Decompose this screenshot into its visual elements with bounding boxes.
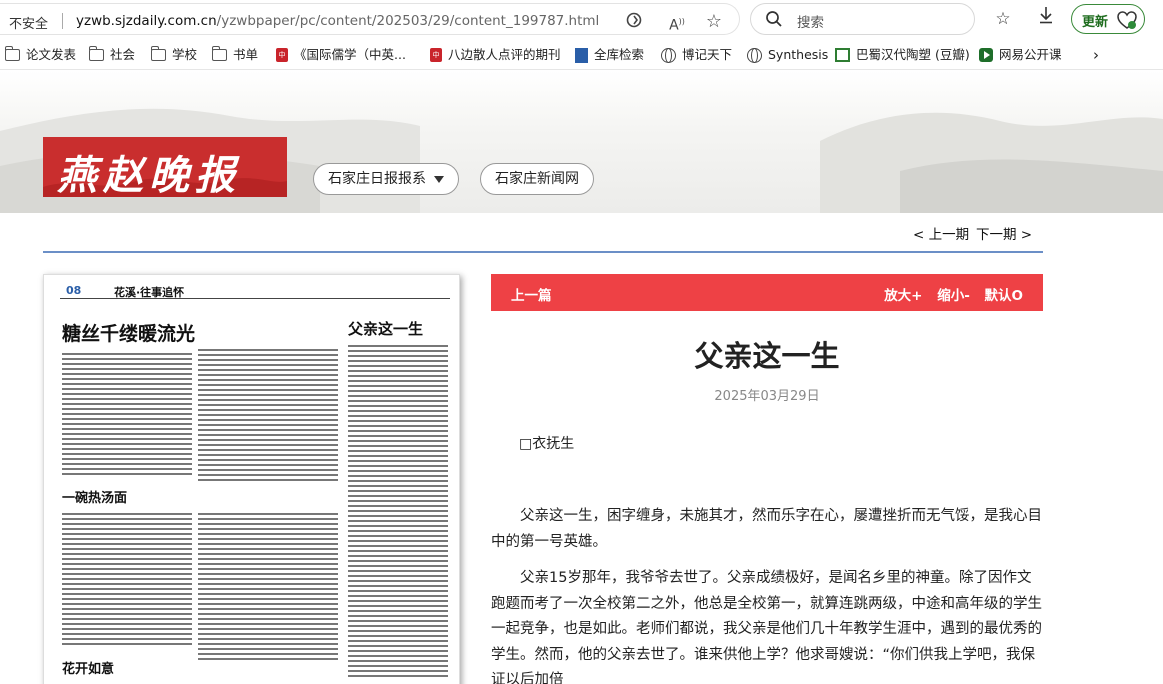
paper-text-column bbox=[348, 345, 448, 680]
site-icon bbox=[575, 48, 588, 63]
bookmark-item[interactable]: Synthesis bbox=[747, 46, 828, 64]
paper-text-column bbox=[62, 353, 192, 478]
search-placeholder: 搜索 bbox=[797, 15, 824, 31]
newspaper-page-thumbnail[interactable]: 08 花溪·往事追怀 糖丝千缕暖流光 父亲这一生 一碗热汤面 花开如意 bbox=[43, 274, 460, 684]
bookmark-item[interactable]: 社会 bbox=[88, 46, 135, 64]
logo-text: 燕赵晚报 bbox=[57, 152, 241, 197]
paper-headline[interactable]: 糖丝千缕暖流光 bbox=[62, 319, 195, 346]
refresh-page-icon[interactable] bbox=[623, 11, 645, 33]
folder-icon bbox=[88, 46, 104, 61]
prev-article-link[interactable]: 上一篇 bbox=[511, 284, 552, 304]
article-date: 2025年03月29日 bbox=[714, 389, 820, 404]
folder-icon bbox=[150, 46, 166, 61]
paper-headline[interactable]: 父亲这一生 bbox=[348, 318, 423, 339]
chevron-right-icon[interactable]: › bbox=[1093, 46, 1099, 64]
favorite-star-icon[interactable]: ☆ bbox=[703, 11, 725, 33]
url-path: /yzwbpaper/pc/content/202503/29/content_… bbox=[216, 13, 600, 29]
zoom-out-button[interactable]: 缩小- bbox=[937, 288, 970, 304]
reset-font-button[interactable]: 默认O bbox=[985, 288, 1023, 304]
article-toolbar: 上一篇 放大+ 缩小- 默认O bbox=[491, 274, 1043, 311]
favorites-list-icon[interactable]: ☆ bbox=[990, 6, 1016, 32]
paper-page-number: 08 bbox=[66, 284, 82, 297]
paper-text-column bbox=[198, 349, 338, 484]
bookmark-item[interactable]: 中《国际儒学（中英... bbox=[276, 46, 406, 64]
divider bbox=[43, 251, 1043, 253]
paper-text-column bbox=[198, 513, 338, 663]
update-heart-icon bbox=[1117, 11, 1137, 29]
next-issue-link[interactable]: 下一期 > bbox=[976, 223, 1032, 243]
bookmark-item[interactable]: 博记天下 bbox=[661, 46, 732, 64]
paper-headline[interactable]: 一碗热汤面 bbox=[62, 487, 127, 506]
article-paragraph: 父亲15岁那年，我爷爷去世了。父亲成绩极好，是闻名乡里的神童。除了因作文跑题而考… bbox=[491, 570, 1042, 684]
bookmark-item[interactable]: 网易公开课 bbox=[979, 46, 1062, 64]
security-status[interactable]: 不安全 bbox=[9, 13, 48, 32]
paper-headline[interactable]: 花开如意 bbox=[62, 658, 114, 677]
site-logo[interactable]: 燕赵晚报 bbox=[43, 137, 287, 197]
bookmark-item[interactable]: 全库检索 bbox=[575, 46, 644, 64]
divider bbox=[62, 13, 63, 29]
article-paragraph: 父亲这一生，困字缠身，未施其才，然而乐字在心，屡遭挫折而无气馁，是我心目中的第一… bbox=[491, 508, 1042, 550]
site-icon bbox=[979, 48, 993, 62]
bookmarks-bar: 论文发表 社会 学校 书单 中《国际儒学（中英... 中八边散人点评的期刊 全库… bbox=[0, 40, 1163, 70]
download-icon[interactable] bbox=[1033, 6, 1059, 32]
search-icon bbox=[766, 11, 782, 27]
paper-text-column bbox=[62, 513, 192, 648]
update-button[interactable]: 更新 bbox=[1071, 4, 1145, 34]
address-bar-row: 不安全 yzwb.sjzdaily.com.cn/yzwbpaper/pc/co… bbox=[0, 0, 1163, 40]
search-box[interactable]: 搜索 bbox=[750, 3, 975, 35]
page: 燕赵晚报 石家庄日报报系 石家庄新闻网 < 上一期 下一期 > 08 花溪·往事… bbox=[0, 71, 1163, 684]
bookmark-item[interactable]: 论文发表 bbox=[4, 46, 76, 64]
site-icon: 中 bbox=[276, 48, 288, 62]
globe-icon bbox=[661, 48, 676, 63]
prev-issue-link[interactable]: < 上一期 bbox=[913, 223, 969, 243]
paper-section-title: 花溪·往事追怀 bbox=[114, 286, 185, 299]
news-site-link[interactable]: 石家庄新闻网 bbox=[480, 163, 594, 195]
folder-icon bbox=[211, 46, 227, 61]
bookmark-item[interactable]: 中八边散人点评的期刊 bbox=[430, 46, 561, 64]
article-title: 父亲这一生 bbox=[694, 339, 840, 373]
url-host: yzwb.sjzdaily.com.cn bbox=[76, 13, 217, 29]
folder-icon bbox=[4, 46, 20, 61]
read-aloud-icon[interactable]: A)) bbox=[666, 11, 688, 34]
site-icon bbox=[835, 48, 850, 62]
update-label: 更新 bbox=[1082, 15, 1109, 30]
globe-icon bbox=[747, 48, 762, 63]
address-bar[interactable]: 不安全 yzwb.sjzdaily.com.cn/yzwbpaper/pc/co… bbox=[0, 3, 740, 35]
dropdown-triangle-icon bbox=[434, 175, 444, 183]
newspaper-group-dropdown[interactable]: 石家庄日报报系 bbox=[313, 163, 459, 195]
site-icon: 中 bbox=[430, 48, 442, 62]
article-author: □衣抚生 bbox=[519, 436, 575, 452]
bookmark-item[interactable]: 书单 bbox=[211, 46, 258, 64]
bookmark-item[interactable]: 学校 bbox=[150, 46, 197, 64]
zoom-in-button[interactable]: 放大+ bbox=[884, 288, 922, 304]
bookmark-item[interactable]: 巴蜀汉代陶塑 (豆瓣) bbox=[835, 46, 970, 64]
url-text[interactable]: yzwb.sjzdaily.com.cn/yzwbpaper/pc/conten… bbox=[76, 13, 599, 29]
